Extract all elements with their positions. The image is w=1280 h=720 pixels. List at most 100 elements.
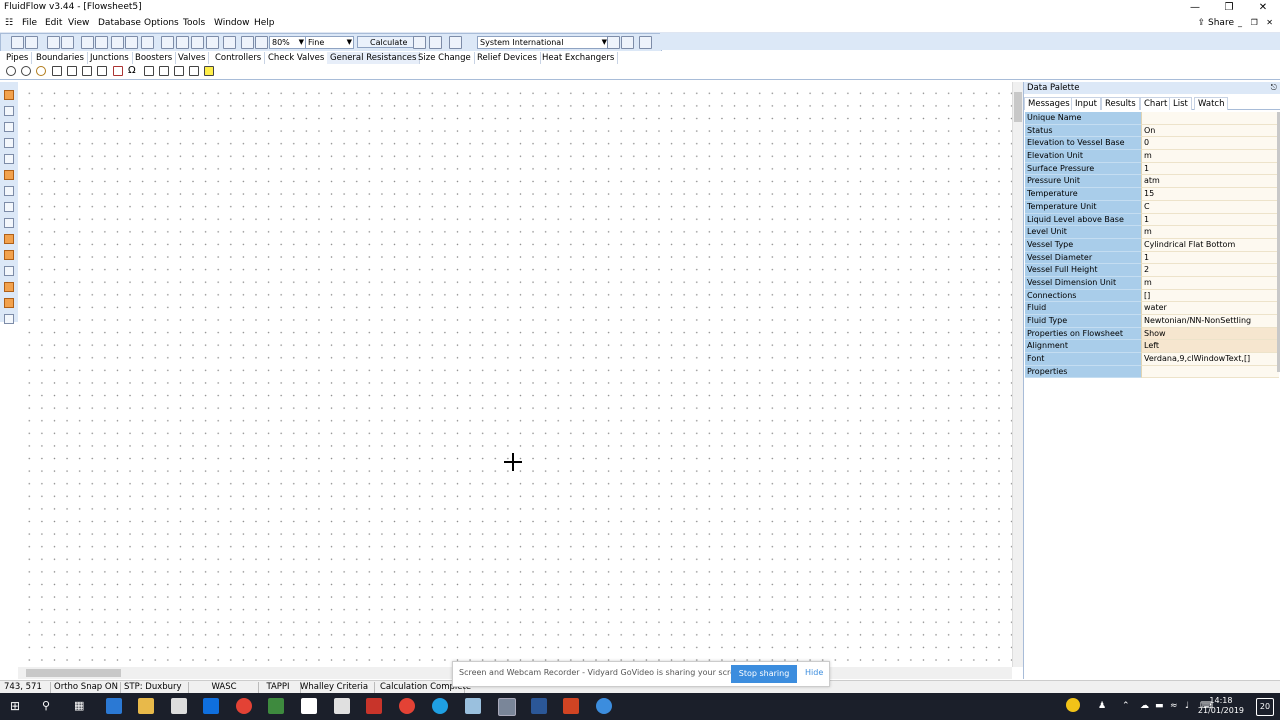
measure-icon[interactable] — [4, 266, 14, 276]
tab-relief-devices[interactable]: Relief Devices — [474, 52, 541, 64]
tab-pipes[interactable]: Pipes — [3, 52, 33, 64]
amazon-icon[interactable] — [301, 698, 317, 714]
share-button[interactable]: ⇪ Share — [1198, 18, 1234, 28]
property-value[interactable]: 15 — [1141, 188, 1279, 201]
mdi-window-controls[interactable]: _ ❐ ✕ — [1238, 18, 1276, 27]
grid-resistance-icon[interactable] — [159, 66, 169, 76]
paste-icon[interactable] — [206, 36, 219, 49]
print-preview-icon[interactable] — [81, 36, 94, 49]
property-value[interactable]: m — [1141, 150, 1279, 163]
ladder-icon[interactable] — [174, 66, 184, 76]
cloud-icon[interactable]: ☁ — [1140, 701, 1149, 711]
property-value[interactable]: Newtonian/NN-NonSettling — [1141, 315, 1279, 328]
crosshair-tool-icon[interactable] — [4, 170, 14, 180]
find-icon[interactable] — [223, 36, 236, 49]
chrome-icon[interactable] — [236, 698, 252, 714]
maximize-icon[interactable]: ❐ — [1212, 0, 1246, 16]
palette-icon[interactable] — [4, 250, 14, 260]
tab-heat-exchangers[interactable]: Heat Exchangers — [539, 52, 619, 64]
property-value[interactable] — [1141, 365, 1279, 379]
tab-boundaries[interactable]: Boundaries — [33, 52, 88, 64]
property-row[interactable]: Elevation to Vessel Base 0 — [1025, 137, 1279, 151]
coil-icon[interactable] — [144, 66, 154, 76]
stop-sharing-button[interactable]: Stop sharing — [731, 665, 797, 683]
property-value[interactable]: Verdana,9,clWindowText,[] — [1141, 353, 1279, 366]
select-tool-icon[interactable] — [4, 90, 14, 100]
venturi-icon[interactable] — [97, 66, 107, 76]
search-icon[interactable]: ⚲ — [42, 699, 50, 712]
menu-edit[interactable]: Edit — [45, 18, 62, 28]
network-app-icon[interactable] — [465, 698, 481, 714]
rectangle-select-icon[interactable] — [4, 106, 14, 116]
image-icon[interactable] — [4, 314, 14, 324]
property-row[interactable]: Properties on Flowsheet Show — [1025, 327, 1279, 341]
page-setup-icon[interactable] — [141, 36, 154, 49]
units-icon[interactable] — [607, 36, 620, 49]
tab-valves[interactable]: Valves — [175, 52, 210, 64]
property-value[interactable]: 0 — [1141, 137, 1279, 151]
save-all-icon[interactable] — [61, 36, 74, 49]
tab-controllers[interactable]: Controllers — [212, 52, 266, 64]
tab-input[interactable]: Input — [1071, 97, 1102, 110]
save-icon[interactable] — [47, 36, 60, 49]
property-row[interactable]: Pressure Unit atm — [1025, 175, 1279, 189]
menu-view[interactable]: View — [68, 18, 89, 28]
property-value[interactable]: 1 — [1141, 251, 1279, 265]
heater-icon[interactable] — [113, 66, 123, 76]
color-fill-icon[interactable] — [4, 234, 14, 244]
property-value[interactable]: [] — [1141, 289, 1279, 303]
word-icon[interactable] — [531, 698, 547, 714]
tab-list[interactable]: List — [1169, 97, 1192, 110]
unit-system-select[interactable]: System International ▼ — [477, 36, 609, 49]
chrome-profile-icon[interactable] — [399, 698, 415, 714]
property-row[interactable]: Vessel Type Cylindrical Flat Bottom — [1025, 238, 1279, 252]
show-hidden-icons[interactable]: ⌃ — [1122, 701, 1130, 711]
scroll-thumb[interactable] — [1014, 92, 1022, 122]
tab-watch[interactable]: Watch — [1194, 97, 1229, 110]
file-explorer-icon[interactable] — [138, 698, 154, 714]
hide-button[interactable]: Hide — [805, 668, 823, 677]
property-value[interactable]: atm — [1141, 175, 1279, 189]
clock[interactable]: 14:18 21/01/2019 — [1198, 696, 1244, 716]
property-row[interactable]: Temperature Unit C — [1025, 200, 1279, 214]
property-row[interactable]: Status On — [1025, 124, 1279, 138]
wifi-icon[interactable]: ≈ — [1170, 701, 1178, 711]
tab-results[interactable]: Results — [1101, 97, 1140, 110]
stop-calculation-icon[interactable] — [413, 36, 426, 49]
notification-center[interactable]: 20 — [1256, 698, 1274, 716]
property-row[interactable]: Temperature 15 — [1025, 188, 1279, 201]
new-file-icon[interactable] — [11, 36, 24, 49]
menu-help[interactable]: Help — [254, 18, 275, 28]
property-row[interactable]: Vessel Dimension Unit m — [1025, 276, 1279, 290]
spray-icon[interactable] — [82, 66, 92, 76]
menu-database[interactable]: Database — [98, 18, 141, 28]
undo-icon[interactable] — [161, 36, 174, 49]
tab-size-change[interactable]: Size Change — [415, 52, 475, 64]
lasso-icon[interactable] — [4, 122, 14, 132]
align-icon[interactable] — [4, 186, 14, 196]
vidyard-icon[interactable] — [596, 698, 612, 714]
copy-icon[interactable] — [191, 36, 204, 49]
tab-messages[interactable]: Messages — [1024, 97, 1074, 110]
property-row[interactable]: Connections[] — [1025, 289, 1279, 303]
property-value[interactable]: Cylindrical Flat Bottom — [1141, 238, 1279, 252]
pin-icon[interactable]: ⎋ — [1271, 82, 1277, 94]
people-icon[interactable]: ♟ — [1098, 701, 1106, 711]
tab-chart[interactable]: Chart — [1140, 97, 1172, 110]
property-row[interactable]: Unique Name — [1025, 112, 1279, 125]
property-value[interactable]: C — [1141, 200, 1279, 214]
box-icon[interactable] — [4, 298, 14, 308]
canvas-vertical-scrollbar[interactable] — [1012, 82, 1023, 667]
app-icon[interactable] — [366, 698, 382, 714]
property-value[interactable]: Left — [1141, 340, 1279, 354]
powerpoint-icon[interactable] — [563, 698, 579, 714]
toggle-icon[interactable] — [449, 36, 462, 49]
menu-file[interactable]: File — [22, 18, 37, 28]
property-value[interactable]: water — [1141, 302, 1279, 315]
property-row[interactable]: Properties — [1025, 365, 1279, 379]
tab-boosters[interactable]: Boosters — [132, 52, 177, 64]
property-value[interactable]: 1 — [1141, 213, 1279, 227]
zoom-out-icon[interactable] — [255, 36, 268, 49]
menu-window[interactable]: Window — [214, 18, 250, 28]
property-value[interactable]: On — [1141, 124, 1279, 138]
